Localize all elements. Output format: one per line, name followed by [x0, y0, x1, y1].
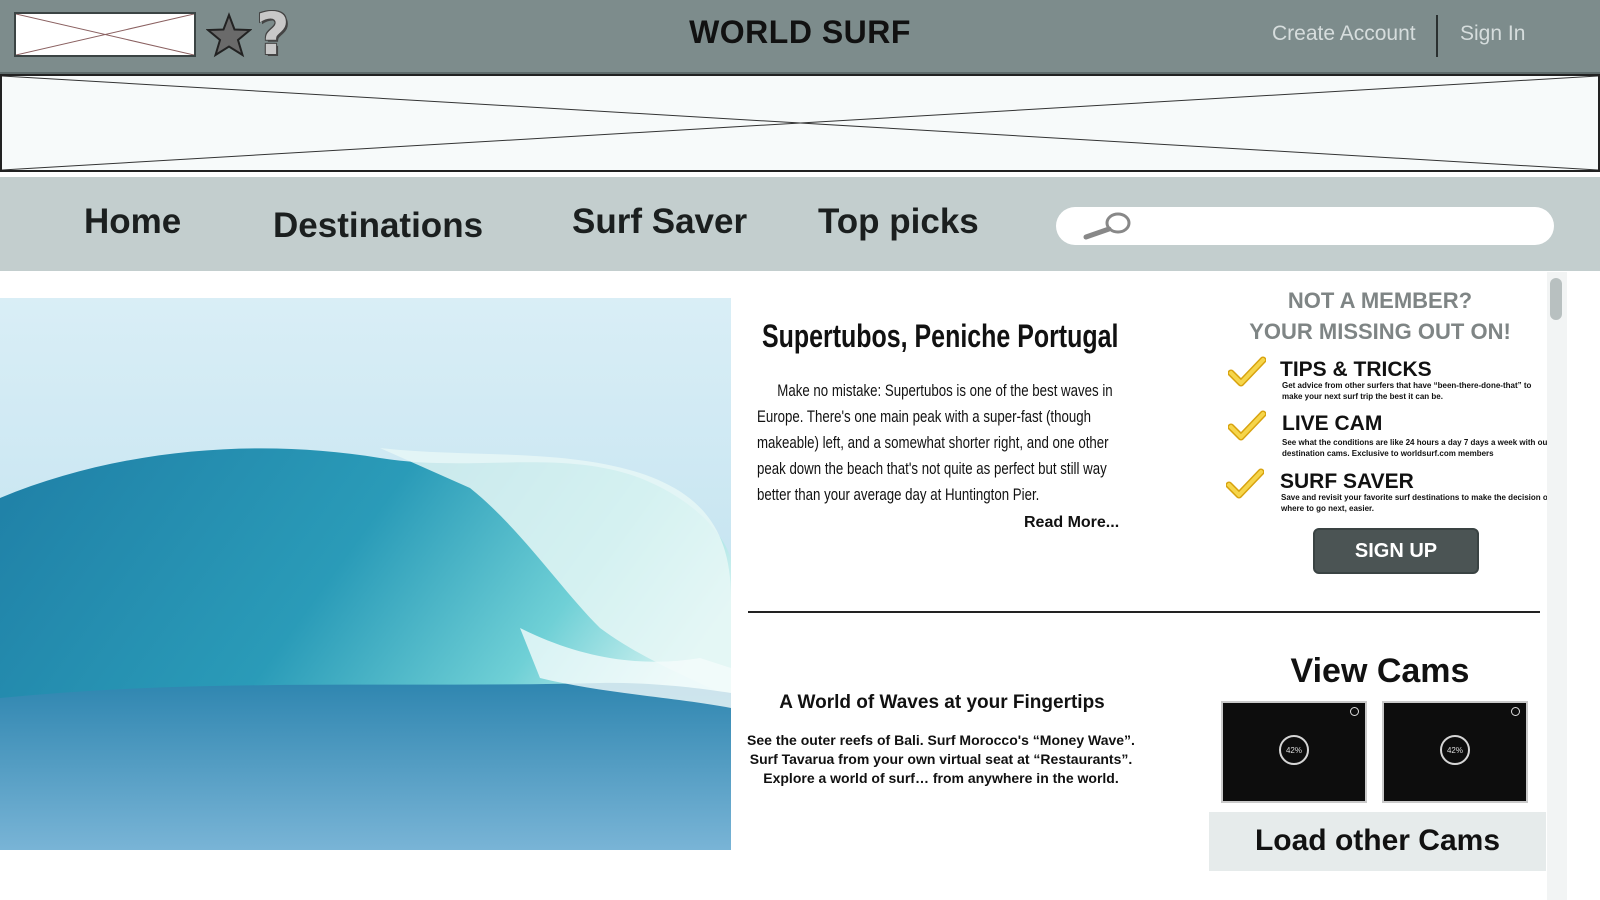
- benefit-title-tips: TIPS & TRICKS: [1280, 358, 1432, 381]
- benefit-desc-surf-saver: Save and revisit your favorite surf dest…: [1281, 493, 1551, 513]
- nav-home[interactable]: Home: [84, 202, 181, 242]
- loading-spinner-icon: 42%: [1440, 735, 1470, 765]
- site-title: WORLD SURF: [689, 14, 911, 50]
- logo-placeholder[interactable]: [14, 12, 196, 57]
- article-body: Make no mistake: Supertubos is one of th…: [757, 381, 1113, 504]
- nav-surf-saver[interactable]: Surf Saver: [572, 202, 747, 242]
- search-icon[interactable]: [1080, 211, 1136, 241]
- search-input[interactable]: [1146, 211, 1540, 243]
- promo-title: A World of Waves at your Fingertips: [779, 692, 1105, 713]
- benefit-title-surf-saver: SURF SAVER: [1280, 470, 1414, 493]
- benefit-desc-live-cam: See what the conditions are like 24 hour…: [1282, 438, 1551, 458]
- top-header-bar: ? WORLD SURF Create Account Sign In: [0, 0, 1600, 74]
- create-account-link[interactable]: Create Account: [1272, 22, 1416, 46]
- help-question-icon[interactable]: ?: [256, 2, 302, 66]
- cam-preview-2[interactable]: 42%: [1382, 701, 1528, 803]
- nav-destinations[interactable]: Destinations: [273, 206, 483, 246]
- load-other-cams-button[interactable]: Load other Cams: [1209, 812, 1546, 871]
- search-box[interactable]: [1056, 207, 1554, 245]
- promo-body: See the outer reefs of Bali. Surf Morocc…: [747, 732, 1135, 786]
- benefit-desc-tips: Get advice from other surfers that have …: [1282, 381, 1532, 401]
- checkmark-icon: [1228, 410, 1266, 441]
- article-title[interactable]: Supertubos, Peniche Portugal: [762, 318, 1118, 355]
- sign-in-link[interactable]: Sign In: [1460, 22, 1525, 46]
- loading-spinner-icon: 42%: [1279, 735, 1309, 765]
- checkmark-icon: [1226, 468, 1264, 499]
- scrollbar-thumb[interactable]: [1550, 278, 1562, 320]
- read-more-link[interactable]: Read More...: [1024, 514, 1119, 532]
- sign-up-button[interactable]: SIGN UP: [1313, 528, 1479, 574]
- benefit-title-live-cam: LIVE CAM: [1282, 412, 1383, 435]
- main-navigation: Home Destinations Surf Saver Top picks: [0, 177, 1600, 271]
- view-cams-title: View Cams: [1290, 652, 1470, 690]
- cam-status-icon: [1350, 707, 1359, 716]
- hero-wave-image: [0, 298, 731, 850]
- page-scrollbar[interactable]: [1547, 272, 1567, 900]
- cam-status-icon: [1511, 707, 1520, 716]
- section-divider: [748, 611, 1540, 613]
- banner-placeholder: [0, 74, 1600, 172]
- nav-top-picks[interactable]: Top picks: [818, 202, 979, 242]
- checkmark-icon: [1228, 356, 1266, 387]
- favorite-star-icon[interactable]: [206, 12, 252, 58]
- member-heading: NOT A MEMBER?: [1287, 288, 1473, 313]
- auth-divider: [1436, 15, 1438, 57]
- member-subheading: YOUR MISSING OUT ON!: [1249, 319, 1511, 344]
- cam-preview-1[interactable]: 42%: [1221, 701, 1367, 803]
